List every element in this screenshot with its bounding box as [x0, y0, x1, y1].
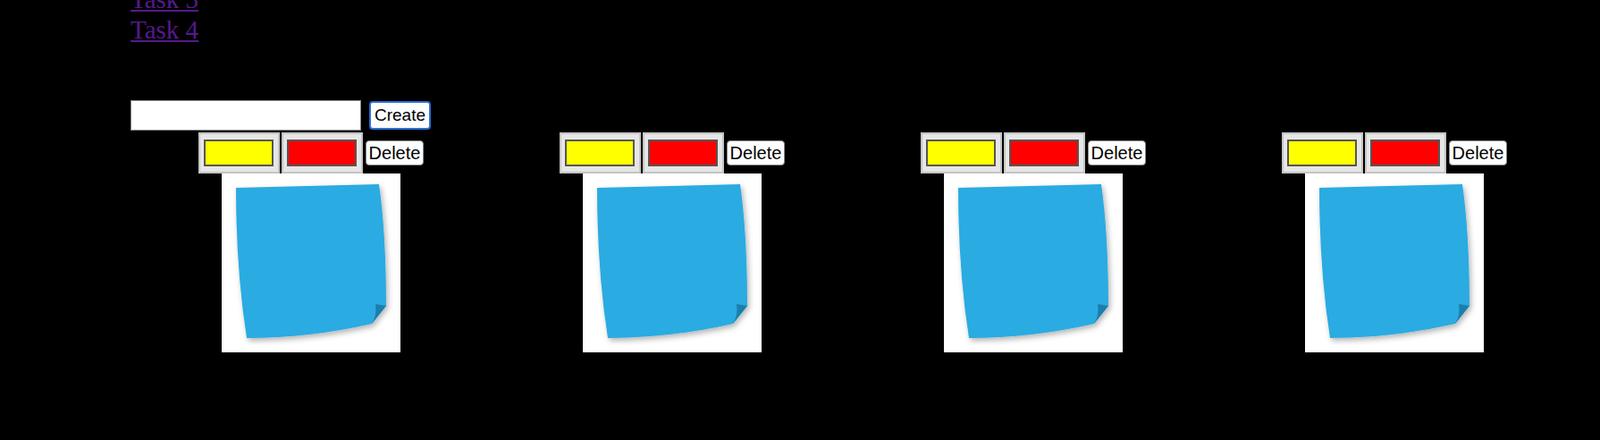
delete-button[interactable]: Delete — [726, 140, 786, 166]
color-button[interactable] — [920, 132, 1003, 174]
task-link[interactable]: Task 4 — [130, 14, 199, 45]
note: Delete — [852, 132, 1214, 353]
note-toolbar: Delete — [920, 132, 1147, 174]
note-toolbar: Delete — [198, 132, 425, 174]
color-swatch — [203, 139, 274, 167]
color-swatch — [286, 139, 357, 167]
sticky-note-image — [221, 173, 401, 353]
color-button[interactable] — [1364, 132, 1447, 174]
sticky-note-image — [582, 173, 762, 353]
color-swatch — [926, 139, 996, 167]
color-button[interactable] — [198, 132, 280, 174]
color-button[interactable] — [642, 132, 725, 174]
color-swatch — [1370, 139, 1440, 167]
task-links: Task 3Task 4 — [130, 0, 1600, 45]
delete-button[interactable]: Delete — [365, 140, 425, 166]
note: Delete — [491, 132, 853, 353]
sticky-note-icon — [589, 180, 755, 346]
color-button[interactable] — [559, 132, 641, 174]
page: Task 3Task 4CreateDeleteDeleteDeleteDele… — [0, 0, 1600, 440]
delete-button[interactable]: Delete — [1087, 140, 1147, 166]
color-button[interactable] — [1003, 132, 1086, 174]
note-toolbar: Delete — [1281, 132, 1508, 174]
color-swatch — [1287, 139, 1357, 167]
color-button[interactable] — [281, 132, 363, 174]
note: Delete — [130, 132, 492, 353]
sticky-note-icon — [951, 180, 1116, 346]
color-swatch — [648, 139, 718, 167]
sticky-note-icon — [228, 180, 394, 346]
color-button[interactable] — [1281, 132, 1364, 174]
note: Delete — [1213, 132, 1575, 353]
note-input[interactable] — [130, 100, 362, 131]
sticky-note-icon — [1312, 180, 1477, 346]
color-swatch — [1009, 139, 1079, 167]
create-form: Create — [130, 100, 1600, 131]
sticky-note-image — [943, 173, 1123, 353]
sticky-note-image — [1305, 173, 1484, 353]
color-swatch — [564, 139, 635, 167]
notes-row: Delete Delete Delete Delete — [130, 132, 1600, 353]
note-toolbar: Delete — [559, 132, 786, 174]
delete-button[interactable]: Delete — [1448, 140, 1508, 166]
create-button[interactable]: Create — [369, 101, 431, 130]
task-link[interactable]: Task 3 — [130, 0, 199, 15]
